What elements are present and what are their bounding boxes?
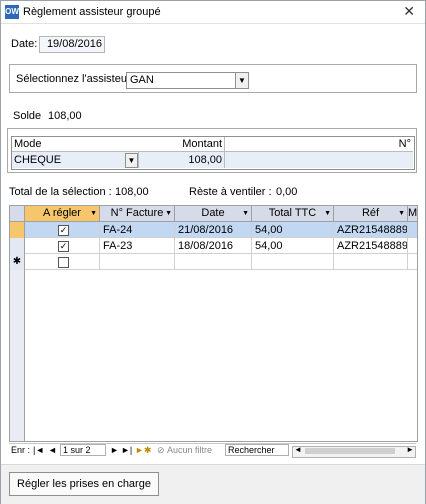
total-selection-label: Total de la sélection : xyxy=(9,186,112,198)
montant-header: Montant xyxy=(138,137,225,152)
facture-cell[interactable] xyxy=(100,254,175,270)
chevron-down-icon[interactable]: ▼ xyxy=(324,206,331,221)
scrollbar-thumb[interactable] xyxy=(305,448,395,454)
checkbox[interactable]: ✓ xyxy=(58,225,69,236)
ref-cell[interactable] xyxy=(334,254,408,270)
search-input[interactable]: Rechercher xyxy=(225,444,289,456)
m-cell[interactable] xyxy=(408,254,417,270)
column-label: M xyxy=(408,207,418,219)
date-field[interactable]: 19/08/2016 xyxy=(39,36,105,53)
horizontal-scrollbar[interactable]: ◄ ► xyxy=(292,445,416,458)
date-label: Date: xyxy=(11,38,38,50)
m-cell[interactable] xyxy=(408,238,417,254)
ttc-cell[interactable]: 54,00 xyxy=(252,222,334,238)
chevron-down-icon[interactable]: ▼ xyxy=(125,153,138,168)
facture-cell[interactable]: FA-24 xyxy=(100,222,175,238)
mode-header: Mode xyxy=(12,137,139,152)
a-regler-cell[interactable]: ✓ xyxy=(25,222,100,238)
selector-column xyxy=(10,270,25,441)
invoice-grid: A régler ▼ N° Facture ▼ Date ▼ Total TTC ▼ R… xyxy=(9,205,418,442)
dialog-window: OW Règlement assisteur groupé ✕ Date: 19… xyxy=(0,0,426,504)
ttc-cell[interactable] xyxy=(252,254,334,270)
first-record-icon[interactable]: |◄ xyxy=(33,445,44,455)
filter-icon[interactable]: ⊘ xyxy=(157,445,165,456)
chevron-down-icon[interactable]: ▼ xyxy=(90,206,97,221)
a-regler-cell[interactable] xyxy=(25,254,100,270)
column-label: Total TTC xyxy=(268,207,317,219)
mode-value: CHEQUE xyxy=(14,154,62,166)
ref-cell[interactable]: AZR215488898 xyxy=(334,238,408,254)
regler-button[interactable]: Régler les prises en charge xyxy=(9,472,159,496)
column-label: Date xyxy=(201,207,225,219)
assisteur-value: GAN xyxy=(130,74,154,86)
close-icon[interactable]: ✕ xyxy=(403,3,415,20)
total-selection-value: 108,00 xyxy=(115,186,149,198)
previous-record-icon[interactable]: ◄ xyxy=(48,445,57,455)
window-title: Règlement assisteur groupé xyxy=(23,6,161,18)
chevron-down-icon[interactable]: ▼ xyxy=(165,206,172,221)
scroll-left-icon[interactable]: ◄ xyxy=(294,445,302,454)
record-navigation: Enr : |◄ ◄ 1 sur 2 ► ►| ►✱ ⊘ Aucun filtr… xyxy=(9,443,416,458)
checkbox[interactable]: ✓ xyxy=(58,241,69,252)
facture-cell[interactable]: FA-23 xyxy=(100,238,175,254)
date-cell[interactable] xyxy=(175,254,252,270)
scroll-right-icon[interactable]: ► xyxy=(406,445,414,454)
date-cell[interactable]: 18/08/2016 xyxy=(175,238,252,254)
solde-value: 108,00 xyxy=(48,110,82,122)
title-bar: OW Règlement assisteur groupé ✕ xyxy=(1,1,425,24)
reste-value: 0,00 xyxy=(276,186,298,198)
column-facture[interactable]: N° Facture ▼ xyxy=(100,206,175,222)
date-cell[interactable]: 21/08/2016 xyxy=(175,222,252,238)
column-ref[interactable]: Réf ▼ xyxy=(334,206,408,222)
new-record-marker[interactable]: ✱ xyxy=(10,254,25,271)
app-icon: OW xyxy=(5,5,19,19)
column-date[interactable]: Date ▼ xyxy=(175,206,252,222)
chevron-down-icon[interactable]: ▼ xyxy=(235,73,248,88)
montant-field[interactable]: 108,00 xyxy=(139,152,225,168)
grid-corner[interactable] xyxy=(10,206,25,222)
checkbox[interactable] xyxy=(58,257,69,268)
column-label: N° Facture xyxy=(110,207,164,219)
column-label: Réf xyxy=(361,207,380,219)
column-total-ttc[interactable]: Total TTC ▼ xyxy=(252,206,334,222)
ref-cell[interactable]: AZR215488895 xyxy=(334,222,408,238)
m-cell[interactable] xyxy=(408,222,417,238)
chevron-down-icon[interactable]: ▼ xyxy=(398,206,405,221)
record-label: Enr : xyxy=(11,445,31,455)
assisteur-select[interactable]: GAN ▼ xyxy=(126,72,249,89)
mode-select[interactable]: CHEQUE ▼ xyxy=(12,152,139,168)
numero-header: N° xyxy=(225,137,413,152)
solde-label: Solde xyxy=(13,110,42,122)
column-m[interactable]: M xyxy=(408,206,418,222)
payment-table: Mode Montant N° CHEQUE ▼ 108,00 xyxy=(11,136,415,170)
record-position-field[interactable]: 1 sur 2 xyxy=(60,444,106,456)
new-record-icon[interactable]: ►✱ xyxy=(135,445,151,456)
row-selector[interactable] xyxy=(10,238,25,255)
column-label: A régler xyxy=(43,207,81,219)
chevron-down-icon[interactable]: ▼ xyxy=(242,206,249,221)
next-record-icon[interactable]: ► xyxy=(110,445,119,455)
numero-field[interactable] xyxy=(225,152,413,168)
last-record-icon[interactable]: ►| xyxy=(121,445,132,455)
filter-label[interactable]: Aucun filtre xyxy=(167,445,212,455)
row-selector[interactable] xyxy=(10,222,25,239)
a-regler-cell[interactable]: ✓ xyxy=(25,238,100,254)
assisteur-label: Sélectionnez l'assisteur xyxy=(16,73,131,85)
column-a-regler[interactable]: A régler ▼ xyxy=(25,206,100,222)
ttc-cell[interactable]: 54,00 xyxy=(252,238,334,254)
reste-label: Rèste à ventiler : xyxy=(189,186,272,198)
